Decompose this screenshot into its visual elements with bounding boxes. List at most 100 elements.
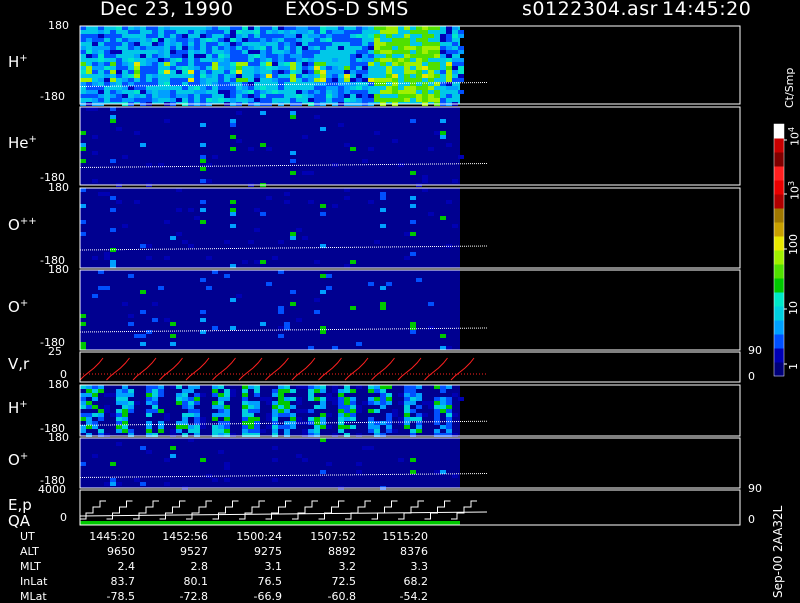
heatmap-cell xyxy=(428,26,434,30)
heatmap-cell xyxy=(326,393,332,397)
panel-right-top-4: 90 xyxy=(748,344,762,357)
heatmap-cell xyxy=(398,58,404,62)
heatmap-cell xyxy=(320,413,326,417)
heatmap-cell xyxy=(338,46,344,50)
heatmap-cell xyxy=(206,256,212,260)
heatmap-cell xyxy=(242,38,248,42)
heatmap-cell xyxy=(350,397,356,401)
heatmap-cell xyxy=(146,38,152,42)
heatmap-cell xyxy=(116,401,122,405)
heatmap-cell xyxy=(428,70,434,74)
heatmap-cell xyxy=(230,74,236,78)
heatmap-cell xyxy=(446,38,452,42)
footer-cell: 80.1 xyxy=(183,575,209,588)
heatmap-cell xyxy=(404,70,410,74)
heatmap-cell xyxy=(278,425,284,429)
heatmap-cell xyxy=(338,425,344,429)
panel-right-top-7: 90 xyxy=(748,482,762,495)
spectrogram-plot xyxy=(79,25,787,526)
heatmap-cell xyxy=(182,42,188,46)
heatmap-cell xyxy=(110,393,116,397)
heatmap-cell xyxy=(374,26,380,30)
heatmap-cell xyxy=(314,34,320,38)
heatmap-cell xyxy=(182,94,188,98)
heatmap-cell xyxy=(386,417,392,421)
heatmap-cell xyxy=(92,50,98,54)
heatmap-cell xyxy=(104,74,110,78)
heatmap-cell xyxy=(284,405,290,409)
heatmap-cell xyxy=(182,62,188,66)
heatmap-cell xyxy=(458,70,464,74)
heatmap-cell xyxy=(92,62,98,66)
heatmap-cell xyxy=(134,98,140,102)
colorbar-tick-4: 104 xyxy=(787,126,800,146)
heatmap-cell xyxy=(386,30,392,34)
heatmap-cell xyxy=(386,34,392,38)
heatmap-cell xyxy=(290,46,296,50)
heatmap-cell xyxy=(410,30,416,34)
heatmap-cell xyxy=(152,46,158,50)
heatmap-cell xyxy=(386,46,392,50)
heatmap-cell xyxy=(266,147,272,151)
heatmap-cell xyxy=(278,413,284,417)
heatmap-cell xyxy=(254,90,260,94)
heatmap-cell xyxy=(92,454,98,458)
heatmap-cell xyxy=(458,34,464,38)
heatmap-cell xyxy=(290,232,296,236)
heatmap-cell xyxy=(410,90,416,94)
heatmap-cell xyxy=(404,94,410,98)
heatmap-cell xyxy=(86,107,92,111)
heatmap-cell xyxy=(392,78,398,82)
heatmap-cell xyxy=(422,413,428,417)
heatmap-cell xyxy=(224,462,230,466)
heatmap-cell xyxy=(218,401,224,405)
heatmap-cell xyxy=(338,98,344,102)
heatmap-cell xyxy=(284,58,290,62)
heatmap-cell xyxy=(200,94,206,98)
heatmap-cell xyxy=(80,405,86,409)
heatmap-cell xyxy=(428,86,434,90)
heatmap-cell xyxy=(158,38,164,42)
heatmap-cell xyxy=(158,286,164,290)
heatmap-cell xyxy=(254,58,260,62)
heatmap-cell xyxy=(128,30,134,34)
heatmap-cell xyxy=(194,62,200,66)
heatmap-cell xyxy=(152,385,158,389)
heatmap-cell xyxy=(134,70,140,74)
heatmap-cell xyxy=(104,286,110,290)
heatmap-cell xyxy=(386,397,392,401)
heatmap-cell xyxy=(290,78,296,82)
heatmap-cell xyxy=(182,405,188,409)
heatmap-cell xyxy=(260,322,266,326)
heatmap-cell xyxy=(194,46,200,50)
heatmap-cell xyxy=(218,62,224,66)
footer-cell: 72.5 xyxy=(331,575,357,588)
heatmap-cell xyxy=(416,413,422,417)
heatmap-cell xyxy=(296,90,302,94)
heatmap-cell xyxy=(362,46,368,50)
heatmap-cell xyxy=(92,82,98,86)
heatmap-cell xyxy=(218,30,224,34)
heatmap-cell xyxy=(416,62,422,66)
heatmap-cell xyxy=(386,401,392,405)
heatmap-cell xyxy=(110,42,116,46)
heatmap-cell xyxy=(188,438,194,442)
heatmap-cell xyxy=(122,417,128,421)
heatmap-cell xyxy=(434,98,440,102)
heatmap-cell xyxy=(446,405,452,409)
heatmap-cell xyxy=(128,46,134,50)
heatmap-cell xyxy=(428,78,434,82)
heatmap-cell xyxy=(368,147,374,151)
heatmap-cell xyxy=(332,204,338,208)
heatmap-cell xyxy=(194,385,200,389)
heatmap-cell xyxy=(380,192,386,196)
heatmap-cell xyxy=(98,429,104,433)
heatmap-cell xyxy=(368,46,374,50)
heatmap-cell xyxy=(380,26,386,30)
heatmap-cell xyxy=(116,42,122,46)
heatmap-cell xyxy=(116,34,122,38)
heatmap-cell xyxy=(278,334,284,338)
heatmap-cell xyxy=(116,393,122,397)
heatmap-cell xyxy=(200,90,206,94)
heatmap-cell xyxy=(98,192,104,196)
